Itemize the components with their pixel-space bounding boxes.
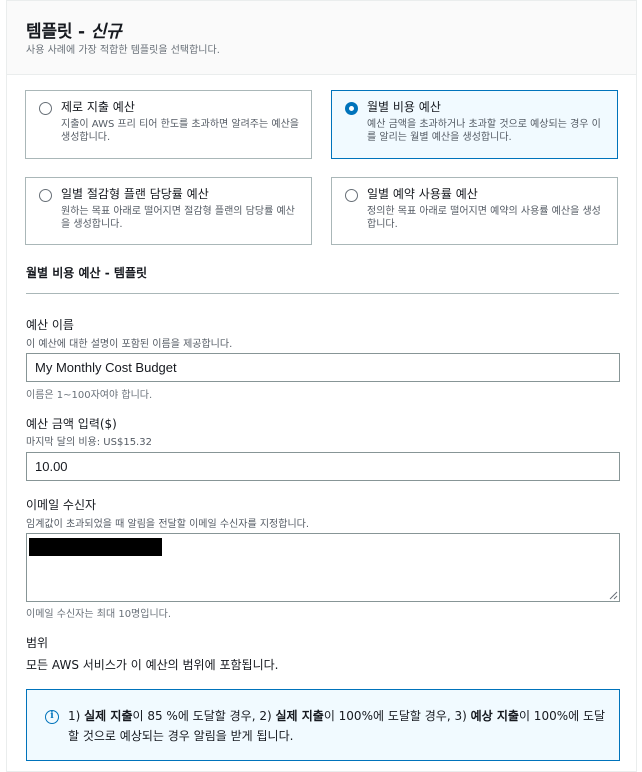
template-title: 일별 절감형 플랜 담당률 예산	[61, 187, 209, 201]
template-title: 제로 지출 예산	[61, 100, 135, 114]
budget-amount-label: 예산 금액 입력($)	[26, 417, 117, 431]
template-card-savings-plan[interactable]: 일별 절감형 플랜 담당률 예산 원하는 목표 아래로 떨어지면 절감형 플랜의…	[25, 177, 312, 245]
radio-monthly-cost[interactable]	[345, 102, 358, 115]
budget-template-panel: 템플릿 - 신규 사용 사례에 가장 적합한 템플릿을 선택합니다. 제로 지출…	[6, 0, 637, 772]
template-card-reservation[interactable]: 일별 예약 사용률 예산 정의한 목표 아래로 떨어지면 예약의 사용률 예산을…	[331, 177, 618, 245]
info-icon: i	[45, 710, 59, 724]
budget-name-description: 이 예산에 대한 설명이 포함된 이름을 제공합니다.	[26, 339, 233, 350]
template-title: 일별 예약 사용률 예산	[367, 187, 478, 201]
template-description: 정의한 목표 아래로 떨어지면 예약의 사용률 예산을 생성합니다.	[367, 206, 601, 230]
budget-name-hint: 이름은 1~100자여야 합니다.	[26, 390, 153, 401]
radio-savings-plan[interactable]	[39, 189, 52, 202]
budget-amount-input[interactable]: 10.00	[26, 452, 620, 481]
last-month-cost: 마지막 달의 비용: US$15.32	[26, 437, 152, 448]
radio-zero-spend[interactable]	[39, 102, 52, 115]
budget-name-input[interactable]: My Monthly Cost Budget	[26, 353, 620, 382]
email-recipients-description: 임계값이 초과되었을 때 알림을 전달할 이메일 수신자를 지정합니다.	[26, 519, 310, 530]
redacted-email	[29, 538, 162, 556]
scope-label: 범위	[26, 636, 49, 650]
template-card-monthly-cost[interactable]: 월별 비용 예산 예산 금액을 초과하거나 초과할 것으로 예상되는 경우 이를…	[331, 90, 618, 159]
template-title: 월별 비용 예산	[367, 100, 441, 114]
alert-text: 1) 실제 지출이 85 %에 도달할 경우, 2) 실제 지출이 100%에 …	[68, 709, 606, 743]
page-subtitle: 사용 사례에 가장 적합한 템플릿을 선택합니다.	[26, 45, 220, 56]
divider	[26, 293, 619, 294]
page-title: 템플릿 - 신규	[26, 22, 122, 42]
panel-header: 템플릿 - 신규 사용 사례에 가장 적합한 템플릿을 선택합니다.	[7, 1, 636, 75]
email-recipients-hint: 이메일 수신자는 최대 10명입니다.	[26, 609, 172, 620]
template-description: 원하는 목표 아래로 떨어지면 절감형 플랜의 담당률 예산을 생성합니다.	[61, 206, 295, 230]
radio-reservation[interactable]	[345, 189, 358, 202]
email-recipients-textarea[interactable]	[26, 533, 620, 602]
info-alert: i 1) 실제 지출이 85 %에 도달할 경우, 2) 실제 지출이 100%…	[26, 689, 620, 761]
template-description: 지출이 AWS 프리 티어 한도를 초과하면 알려주는 예산을 생성합니다.	[61, 119, 299, 143]
section-title: 월별 비용 예산 - 템플릿	[26, 266, 148, 280]
template-description: 예산 금액을 초과하거나 초과할 것으로 예상되는 경우 이를 알리는 월별 예…	[367, 119, 601, 143]
resize-handle-icon[interactable]	[609, 591, 618, 600]
email-recipients-label: 이메일 수신자	[26, 498, 97, 512]
budget-name-label: 예산 이름	[26, 318, 74, 332]
template-card-zero-spend[interactable]: 제로 지출 예산 지출이 AWS 프리 티어 한도를 초과하면 알려주는 예산을…	[25, 90, 312, 159]
scope-text: 모든 AWS 서비스가 이 예산의 범위에 포함됩니다.	[26, 658, 279, 672]
